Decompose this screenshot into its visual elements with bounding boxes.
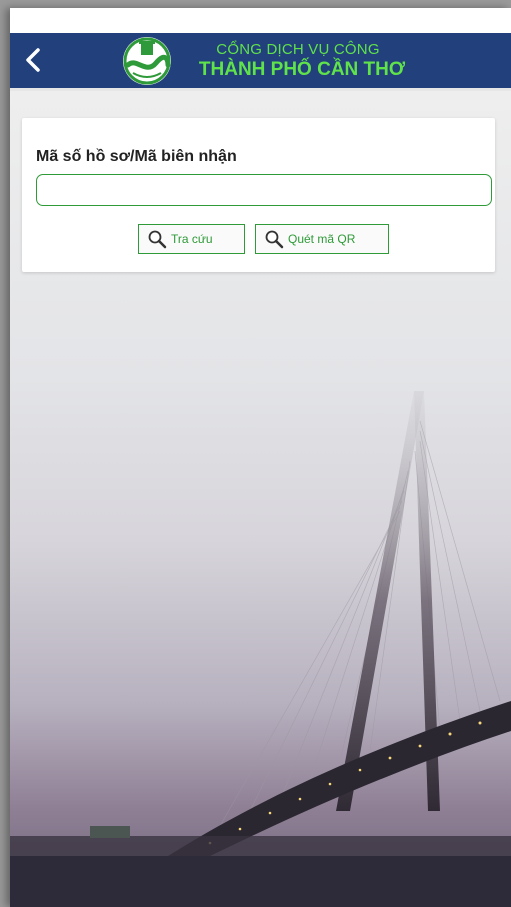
record-number-label: Mã số hồ sơ/Mã biên nhận xyxy=(36,148,237,165)
scan-qr-button[interactable]: Quét mã QR xyxy=(255,224,389,254)
lookup-card: Mã số hồ sơ/Mã biên nhận Tra cứu Quét mã… xyxy=(22,118,495,272)
status-bar xyxy=(10,8,511,33)
record-number-input[interactable] xyxy=(36,174,492,206)
portal-title-line2: THÀNH PHỐ CẦN THƠ xyxy=(198,59,406,80)
app-header: CỔNG DỊCH VỤ CÔNG THÀNH PHỐ CẦN THƠ xyxy=(10,33,511,91)
scan-qr-button-label: Quét mã QR xyxy=(288,232,356,246)
device-screen: CỔNG DỊCH VỤ CÔNG THÀNH PHỐ CẦN THƠ Mã s… xyxy=(10,8,511,907)
magnifier-icon xyxy=(148,230,167,249)
can-tho-emblem-icon xyxy=(123,37,171,85)
back-button[interactable] xyxy=(16,41,50,79)
portal-title-line1: CỔNG DỊCH VỤ CÔNG xyxy=(216,41,380,58)
lookup-button-label: Tra cứu xyxy=(171,232,213,246)
chevron-left-icon xyxy=(26,48,40,72)
lookup-button[interactable]: Tra cứu xyxy=(138,224,245,254)
magnifier-icon xyxy=(265,230,284,249)
content-area: Mã số hồ sơ/Mã biên nhận Tra cứu Quét mã… xyxy=(10,91,511,907)
